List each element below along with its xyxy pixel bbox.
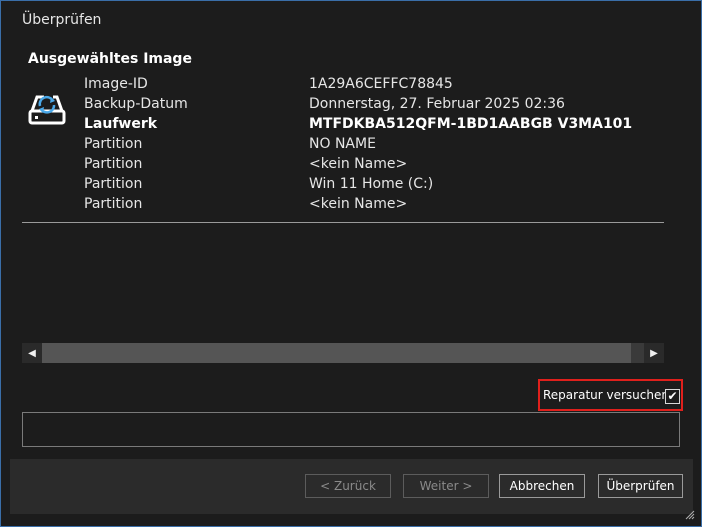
back-button[interactable]: < Zurück (305, 474, 391, 498)
backup-date-row: Backup-Datum Donnerstag, 27. Februar 202… (84, 94, 565, 114)
repair-checkbox[interactable]: ✔ (665, 389, 680, 404)
repair-label: Reparatur versuchen (543, 388, 669, 402)
drive-sync-icon (28, 95, 66, 125)
detail-value: MTFDKBA512QFM-1BD1AABGB V3MA101 (309, 116, 633, 132)
verify-button[interactable]: Überprüfen (598, 474, 683, 498)
image-id-row: Image-ID 1A29A6CEFFC78845 (84, 74, 453, 94)
next-button[interactable]: Weiter > (403, 474, 489, 498)
partition-row: Partition Win 11 Home (C:) (84, 174, 433, 194)
verify-dialog: Überprüfen Ausgewähltes Image Image-ID 1… (0, 0, 702, 527)
detail-value: 1A29A6CEFFC78845 (309, 76, 453, 92)
detail-value: Donnerstag, 27. Februar 2025 02:36 (309, 96, 565, 112)
detail-label: Partition (84, 156, 143, 172)
window-title: Überprüfen (22, 12, 102, 28)
divider (22, 222, 664, 223)
detail-value: Win 11 Home (C:) (309, 176, 434, 192)
button-bar: < Zurück Weiter > Abbrechen Überprüfen (10, 459, 693, 514)
detail-value: <kein Name> (309, 196, 408, 212)
scroll-right-icon[interactable]: ▶ (644, 343, 664, 363)
partition-row: Partition <kein Name> (84, 194, 407, 214)
partition-row: Partition NO NAME (84, 134, 376, 154)
detail-label: Partition (84, 176, 143, 192)
horizontal-scrollbar[interactable]: ◀ ▶ (22, 343, 664, 363)
drive-row: Laufwerk MTFDKBA512QFM-1BD1AABGB V3MA101 (84, 114, 632, 134)
detail-label: Partition (84, 136, 143, 152)
section-title: Ausgewähltes Image (28, 51, 192, 67)
detail-label: Backup-Datum (84, 96, 188, 112)
scrollbar-thumb[interactable] (42, 343, 631, 363)
cancel-button[interactable]: Abbrechen (499, 474, 585, 498)
detail-label: Laufwerk (84, 116, 158, 132)
partition-row: Partition <kein Name> (84, 154, 407, 174)
repair-option[interactable]: Reparatur versuchen ✔ (538, 379, 683, 411)
detail-label: Image-ID (84, 76, 148, 92)
scroll-left-icon[interactable]: ◀ (22, 343, 42, 363)
detail-value: <kein Name> (309, 156, 408, 172)
checkmark-icon: ✔ (667, 389, 678, 403)
detail-label: Partition (84, 196, 143, 212)
output-textbox[interactable] (22, 412, 680, 447)
detail-value: NO NAME (309, 136, 376, 152)
resize-grip-icon[interactable] (685, 510, 695, 520)
